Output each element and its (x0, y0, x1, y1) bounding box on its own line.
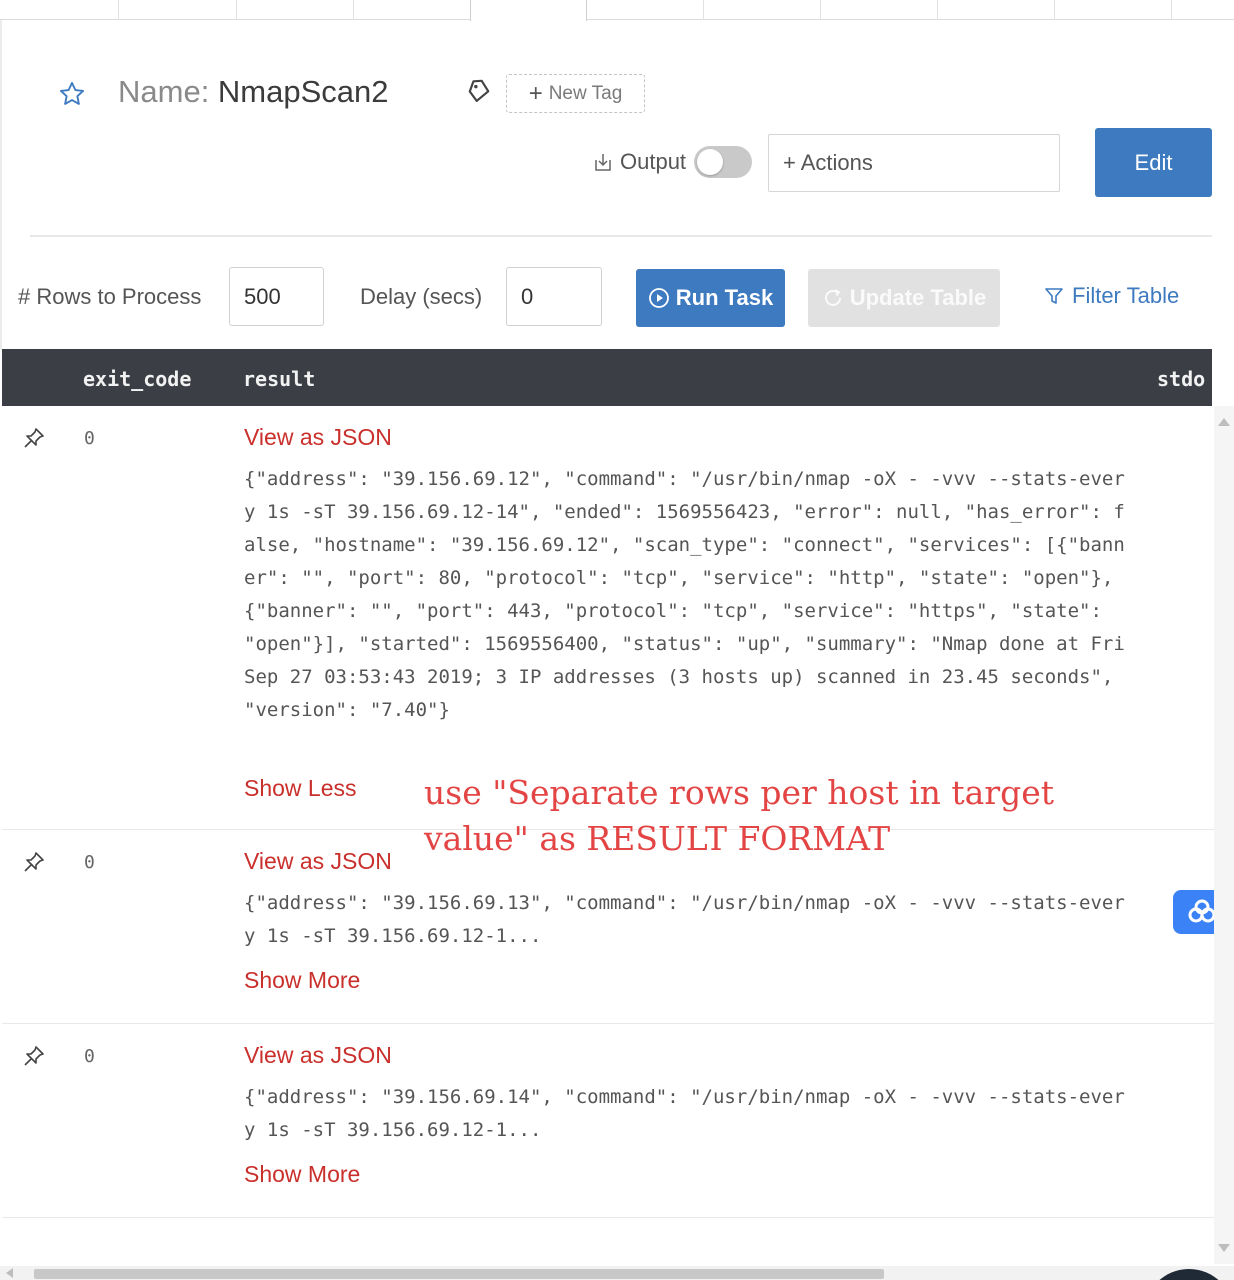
scroll-up-icon[interactable] (1218, 418, 1230, 426)
filter-icon (1045, 288, 1063, 304)
pin-icon[interactable] (22, 426, 46, 450)
result-json: {"address": "39.156.69.13", "command": "… (244, 892, 1125, 947)
output-toggle[interactable] (694, 146, 753, 178)
star-icon[interactable] (58, 80, 86, 108)
view-json-link[interactable]: View as JSON (244, 848, 392, 875)
tab[interactable] (820, 0, 937, 20)
result-json: {"address": "39.156.69.14", "command": "… (244, 1086, 1125, 1141)
scroll-left-icon[interactable] (6, 1268, 13, 1278)
output-label: Output (620, 149, 687, 174)
column-header-result[interactable]: result (243, 367, 315, 391)
scroll-down-icon[interactable] (1218, 1244, 1230, 1252)
horizontal-scrollbar[interactable] (0, 1266, 1234, 1280)
table-header: exit_code result stdo (2, 349, 1212, 406)
tab-strip (0, 0, 1234, 21)
tab[interactable] (236, 0, 353, 20)
header-divider (30, 235, 1212, 237)
delay-input[interactable]: 0 (506, 267, 602, 326)
table-row: 0 View as JSON {"address": "39.156.69.14… (2, 1024, 1214, 1218)
tab[interactable] (1171, 0, 1234, 20)
output-control: Output (594, 146, 753, 178)
exit-code: 0 (84, 852, 95, 873)
download-icon (595, 154, 611, 171)
rows-input[interactable]: 500 (229, 267, 324, 326)
play-circle-icon (648, 288, 669, 308)
update-table-button[interactable]: Update Table (808, 269, 1000, 327)
run-task-button[interactable]: Run Task (636, 269, 785, 327)
plus-icon: + (528, 79, 543, 107)
tab[interactable] (703, 0, 820, 20)
result-json: {"address": "39.156.69.12", "command": "… (244, 468, 1137, 721)
rows-label: # Rows to Process (18, 284, 202, 309)
exit-code: 0 (84, 428, 95, 449)
column-header-exit-code[interactable]: exit_code (83, 367, 191, 391)
view-json-link[interactable]: View as JSON (244, 424, 392, 451)
tab-active[interactable] (470, 0, 587, 21)
new-tag-label: New Tag (548, 82, 623, 104)
scrollbar-thumb[interactable] (34, 1269, 884, 1279)
tab[interactable] (1054, 0, 1171, 20)
name-prefix: Name: (118, 74, 218, 109)
show-less-link[interactable]: Show Less (244, 775, 357, 802)
vertical-scrollbar[interactable] (1214, 406, 1234, 1264)
actions-dropdown[interactable]: + Actions (768, 134, 1060, 192)
show-more-link[interactable]: Show More (244, 1161, 360, 1188)
chat-bubble-icon[interactable] (1140, 1266, 1234, 1280)
view-json-link[interactable]: View as JSON (244, 1042, 392, 1069)
panel-border (0, 20, 2, 350)
table-row: 0 View as JSON {"address": "39.156.69.12… (2, 406, 1214, 830)
name-value: NmapScan2 (217, 74, 389, 109)
edit-button[interactable]: Edit (1095, 128, 1212, 197)
pin-icon[interactable] (22, 1044, 46, 1068)
pin-icon[interactable] (22, 850, 46, 874)
filter-table-label: Filter Table (1072, 283, 1180, 308)
filter-table-link[interactable]: Filter Table (1044, 283, 1179, 309)
task-name: Name: NmapScan2 (118, 74, 389, 110)
delay-label: Delay (secs) (360, 284, 483, 309)
show-more-link[interactable]: Show More (244, 967, 360, 994)
tab[interactable] (118, 0, 236, 20)
new-tag-button[interactable]: + New Tag (506, 74, 645, 113)
column-header-stdout[interactable]: stdo (1157, 367, 1205, 391)
tag-icon[interactable] (465, 78, 491, 104)
exit-code: 0 (84, 1046, 95, 1067)
refresh-icon (824, 289, 841, 306)
run-task-label: Run Task (675, 285, 774, 310)
annotation-note: use "Separate rows per host in target va… (424, 773, 1055, 858)
tab[interactable] (937, 0, 1054, 20)
update-table-label: Update Table (849, 285, 987, 310)
tab[interactable] (353, 0, 470, 20)
